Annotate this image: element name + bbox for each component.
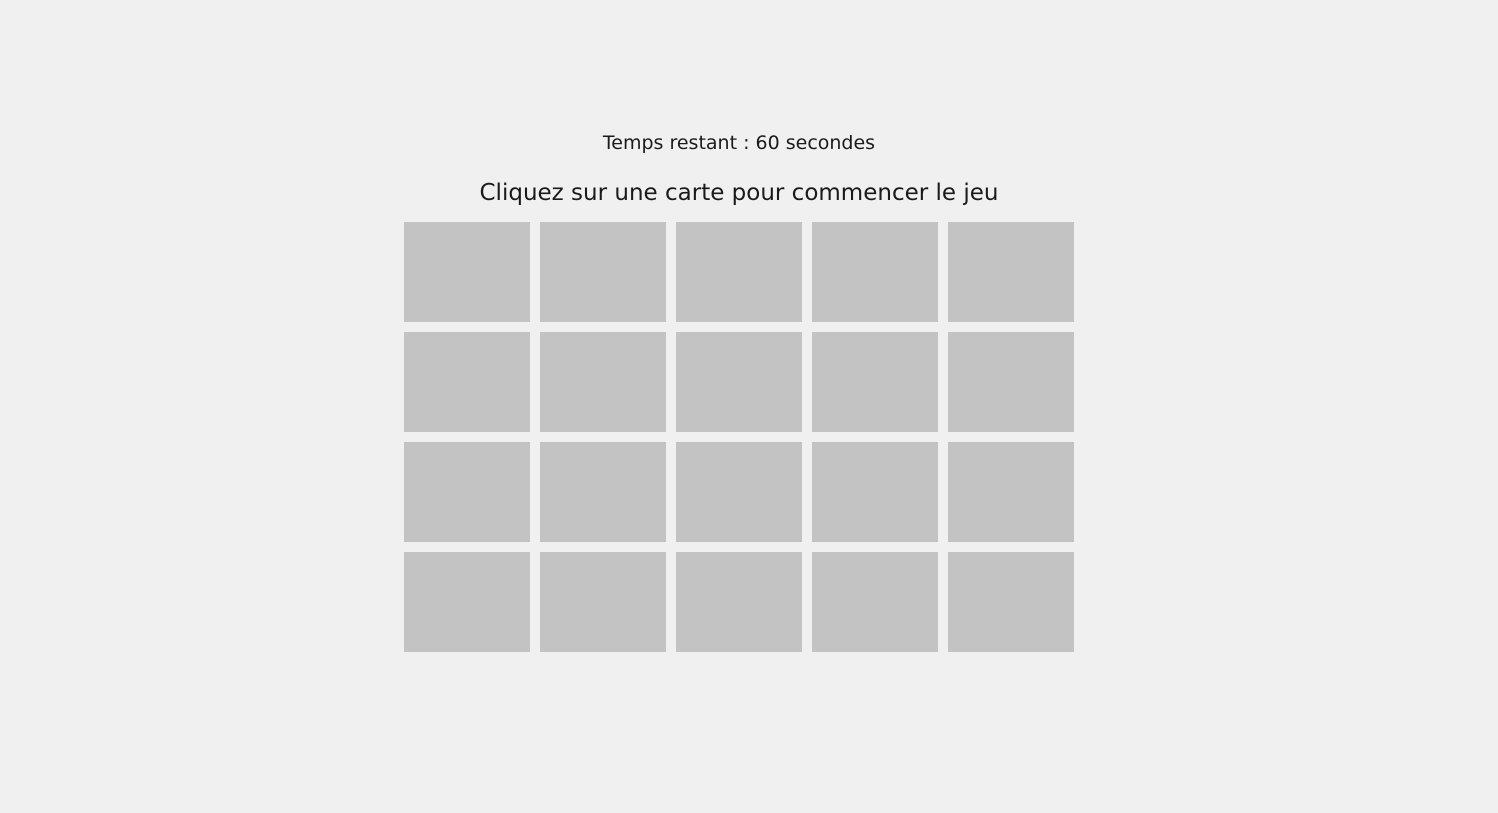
memory-card[interactable] [676, 442, 802, 542]
game-instruction: Cliquez sur une carte pour commencer le … [479, 180, 999, 206]
memory-card[interactable] [404, 332, 530, 432]
memory-card[interactable] [812, 222, 938, 322]
memory-card[interactable] [812, 332, 938, 432]
memory-card[interactable] [676, 222, 802, 322]
memory-card[interactable] [404, 442, 530, 542]
memory-card[interactable] [676, 332, 802, 432]
time-remaining: Temps restant : 60 secondes [602, 132, 876, 154]
memory-card[interactable] [948, 332, 1074, 432]
memory-card[interactable] [540, 552, 666, 652]
memory-game-page: Temps restant : 60 secondes Cliquez sur … [0, 0, 1498, 813]
memory-card[interactable] [948, 552, 1074, 652]
memory-card[interactable] [404, 222, 530, 322]
memory-card[interactable] [540, 332, 666, 432]
memory-card[interactable] [540, 222, 666, 322]
memory-card[interactable] [540, 442, 666, 542]
card-board [404, 222, 1074, 652]
memory-card[interactable] [812, 442, 938, 542]
memory-card[interactable] [948, 222, 1074, 322]
memory-card[interactable] [404, 552, 530, 652]
memory-card[interactable] [812, 552, 938, 652]
memory-card[interactable] [948, 442, 1074, 542]
memory-card[interactable] [676, 552, 802, 652]
